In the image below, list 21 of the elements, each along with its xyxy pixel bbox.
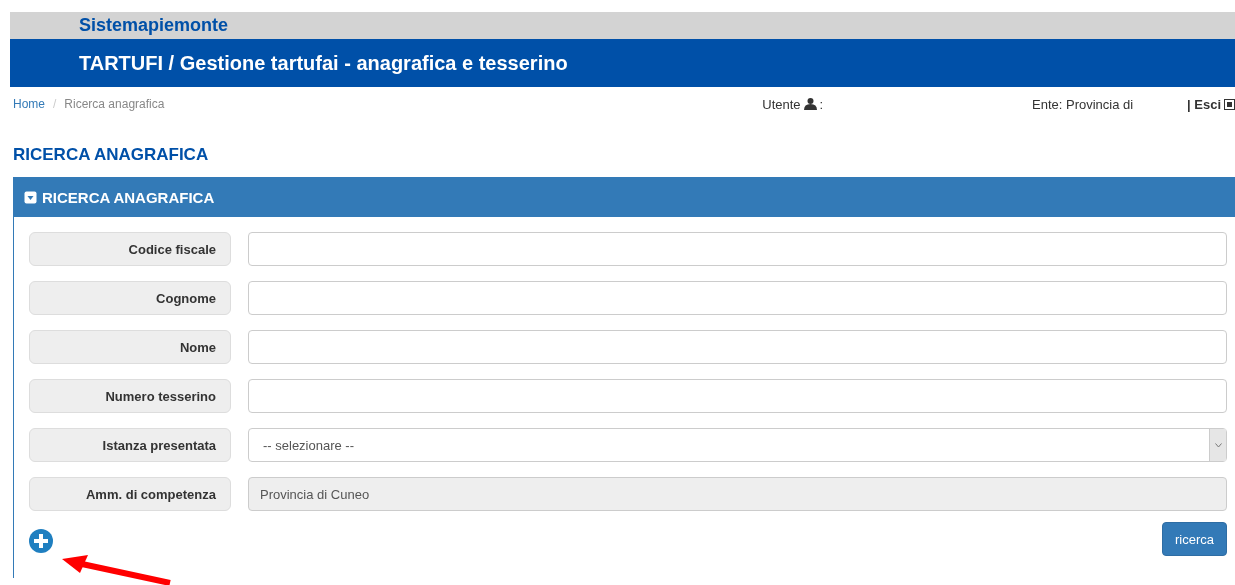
panel-title: RICERCA ANAGRAFICA — [42, 189, 215, 206]
readonly-field[interactable]: Provincia di Cuneo — [248, 477, 1227, 511]
field-label: Numero tesserino — [29, 379, 231, 413]
field-label: Codice fiscale — [29, 232, 231, 266]
breadcrumb-separator: / — [53, 97, 57, 111]
breadcrumb-link[interactable]: Home — [13, 97, 45, 111]
field-label: Nome — [29, 330, 231, 364]
ente-label: Ente: Provincia di — [1032, 96, 1135, 112]
app-title: TARTUFI / Gestione tartufai - anagrafica e tesserino — [79, 51, 568, 75]
search-button[interactable]: ricerca — [1162, 522, 1227, 556]
field-label: Istanza presentata — [29, 428, 231, 462]
logout-link[interactable]: | Esci — [1187, 96, 1221, 112]
brand-name: Sistemapiemonte — [79, 15, 229, 36]
field-label: Cognome — [29, 281, 231, 315]
page-title: RICERCA ANAGRAFICA — [12, 144, 210, 166]
user-label: Utente — [762, 96, 801, 112]
user-suffix: : — [819, 96, 824, 112]
field-label: Amm. di competenza — [29, 477, 231, 511]
select-field[interactable]: -- selezionare -- — [248, 428, 1227, 462]
breadcrumb-current: Ricerca anagrafica — [64, 97, 165, 111]
panel-header[interactable]: RICERCA ANAGRAFICA — [14, 178, 1235, 217]
